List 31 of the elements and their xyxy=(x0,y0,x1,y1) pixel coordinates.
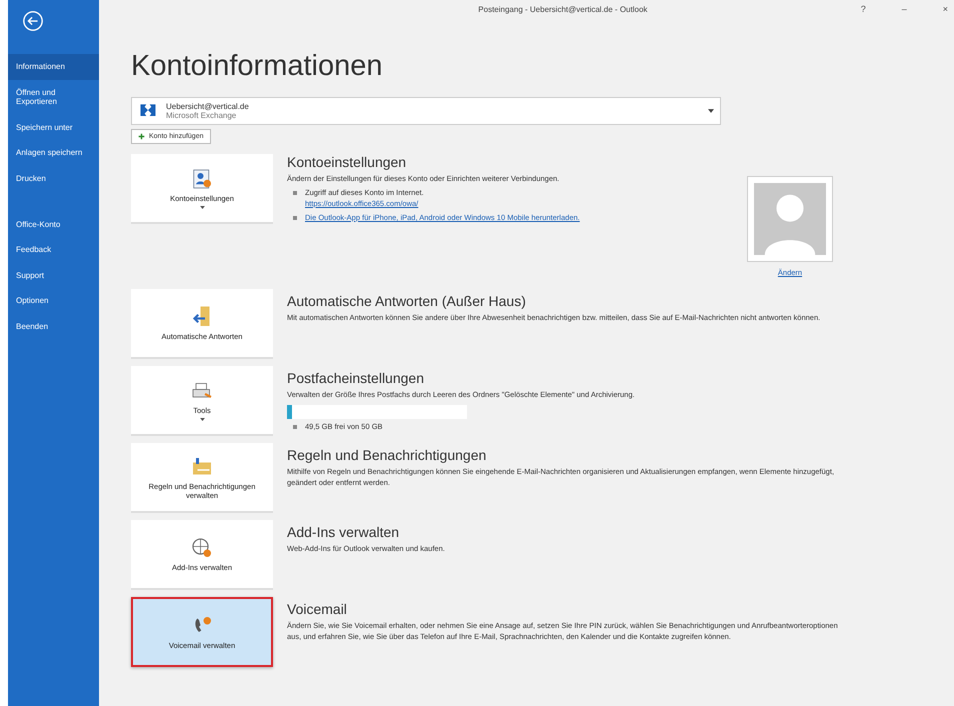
bullet-icon xyxy=(293,190,297,195)
sidebar-item[interactable]: Support xyxy=(8,262,99,288)
section-title: Postfacheinstellungen xyxy=(287,370,425,386)
section-title: Automatische Antworten (Außer Haus) xyxy=(287,293,527,309)
sidebar-item[interactable]: Anlagen speichern xyxy=(8,140,99,166)
window-control[interactable]: ? xyxy=(854,4,872,14)
window-control[interactable]: – xyxy=(896,4,913,14)
bullet-icon xyxy=(293,216,297,220)
page-heading: Kontoinformationen xyxy=(131,50,384,83)
globe-gear-icon xyxy=(190,536,214,560)
account-type: Microsoft Exchange xyxy=(166,111,238,120)
section-title: Add-Ins verwalten xyxy=(287,524,400,540)
plus-icon xyxy=(138,133,145,140)
sidebar-item[interactable]: Informationen xyxy=(8,54,99,80)
window-control[interactable]: × xyxy=(936,4,954,14)
section-title: Regeln und Benachrichtigungen xyxy=(287,447,488,463)
section-title: Voicemail xyxy=(287,601,348,617)
section-title: Kontoeinstellungen xyxy=(287,154,408,170)
sidebar-item[interactable]: Feedback xyxy=(8,237,99,263)
sidebar-item[interactable]: Speichern unter xyxy=(8,114,99,140)
account-dropdown[interactable]: Uebersicht@vertical.de Microsoft Exchange xyxy=(131,97,721,125)
caret-icon xyxy=(708,109,714,113)
sidebar-item[interactable]: Beenden xyxy=(8,314,99,340)
sidebar-item[interactable]: Drucken xyxy=(8,166,99,192)
sidebar-item[interactable]: Office-Konto xyxy=(8,212,99,238)
bullet-icon xyxy=(293,424,297,429)
sidebar-item[interactable]: Öffnen und Exportieren xyxy=(8,80,99,115)
sidebar-item[interactable]: Optionen xyxy=(8,288,99,314)
window-title: Posteingang - Uebersicht@vertical.de - Outlook xyxy=(477,4,648,14)
avatar-icon xyxy=(754,183,826,255)
account-name: Uebersicht@vertical.de xyxy=(166,102,250,111)
